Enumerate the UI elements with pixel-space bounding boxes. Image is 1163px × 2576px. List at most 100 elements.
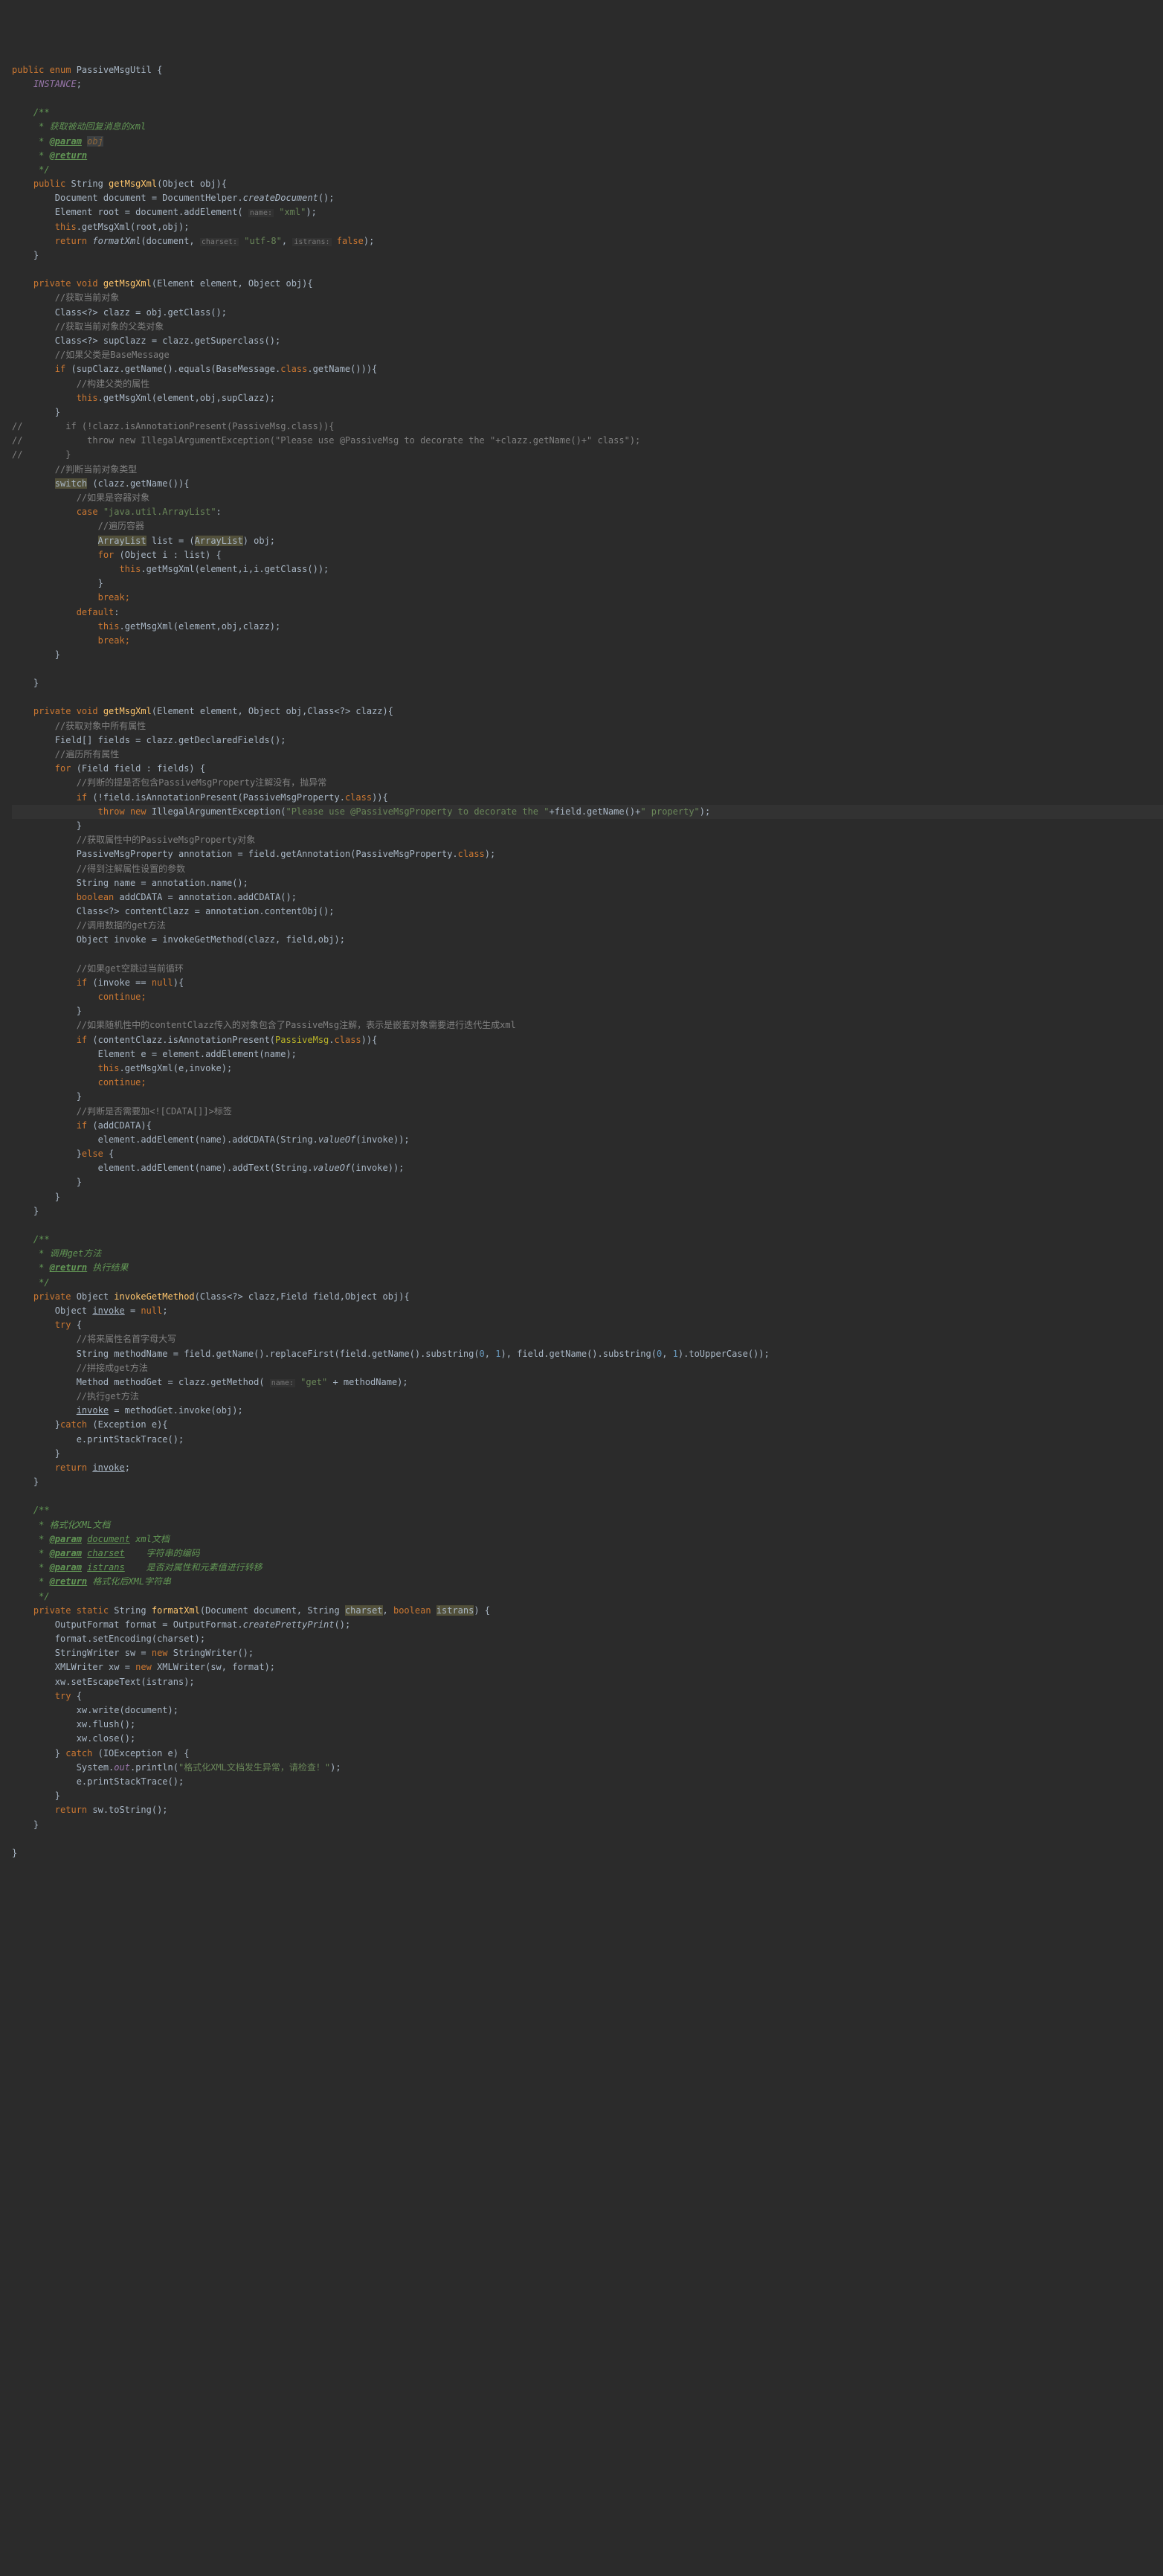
code-line: } [12, 1204, 1163, 1218]
code-line: //判断的提是否包含PassiveMsgProperty注解没有，抛异常 [12, 776, 1163, 790]
code-line: if (!field.isAnnotationPresent(PassiveMs… [12, 791, 1163, 805]
code-line: System.out.println("格式化XML文档发生异常，请检查！"); [12, 1761, 1163, 1775]
code-line: xw.close(); [12, 1732, 1163, 1746]
code-line: default: [12, 606, 1163, 620]
code-line: //判断是否需要加<![CDATA[]]>标签 [12, 1105, 1163, 1119]
code-line: break; [12, 634, 1163, 648]
code-line: } [12, 576, 1163, 591]
code-line: break; [12, 591, 1163, 605]
code-line: //得到注解属性设置的参数 [12, 862, 1163, 876]
code-line: //判断当前对象类型 [12, 463, 1163, 477]
code-line: * 调用get方法 [12, 1247, 1163, 1261]
code-line: this.getMsgXml(root,obj); [12, 220, 1163, 234]
code-line: } [12, 819, 1163, 833]
code-line: }else { [12, 1147, 1163, 1161]
code-line: * @param istrans 是否对属性和元素值进行转移 [12, 1561, 1163, 1575]
code-line: * 格式化XML文档 [12, 1518, 1163, 1532]
code-line: /** [12, 1503, 1163, 1517]
code-line: //如果随机性中的contentClazz传入的对象包含了PassiveMsg注… [12, 1018, 1163, 1032]
code-line: //获取属性中的PassiveMsgProperty对象 [12, 833, 1163, 847]
code-line: private void getMsgXml(Element element, … [12, 277, 1163, 291]
code-line: * 获取被动回复消息的xml [12, 120, 1163, 134]
code-line: }catch (Exception e){ [12, 1418, 1163, 1432]
code-line: return formatXml(document, charset: "utf… [12, 234, 1163, 248]
code-line: private Object invokeGetMethod(Class<?> … [12, 1290, 1163, 1304]
code-line: } [12, 1447, 1163, 1461]
code-line: */ [12, 1590, 1163, 1604]
code-line: INSTANCE; [12, 77, 1163, 91]
code-line: Element root = document.addElement( name… [12, 205, 1163, 219]
code-line-highlighted: throw new IllegalArgumentException("Plea… [12, 805, 1163, 819]
code-line: case "java.util.ArrayList": [12, 505, 1163, 519]
code-line: Class<?> clazz = obj.getClass(); [12, 306, 1163, 320]
code-line: switch (clazz.getName()){ [12, 477, 1163, 491]
code-line: // } [12, 448, 1163, 462]
code-line: if (invoke == null){ [12, 976, 1163, 990]
code-line: } [12, 1475, 1163, 1489]
code-line: * @return 格式化后XML字符串 [12, 1575, 1163, 1589]
code-line: // if (!clazz.isAnnotationPresent(Passiv… [12, 420, 1163, 434]
code-line: /** [12, 1233, 1163, 1247]
code-line: } [12, 676, 1163, 690]
code-line: //调用数据的get方法 [12, 919, 1163, 933]
code-line: Element e = element.addElement(name); [12, 1047, 1163, 1061]
code-line: element.addElement(name).addText(String.… [12, 1161, 1163, 1175]
code-line: } [12, 248, 1163, 263]
code-line: try { [12, 1689, 1163, 1703]
code-line: if (supClazz.getName().equals(BaseMessag… [12, 362, 1163, 376]
code-line: private void getMsgXml(Element element, … [12, 704, 1163, 719]
code-line: //遍历容器 [12, 519, 1163, 533]
code-line: Field[] fields = clazz.getDeclaredFields… [12, 733, 1163, 748]
code-line: invoke = methodGet.invoke(obj); [12, 1404, 1163, 1418]
code-line: //拼接成get方法 [12, 1361, 1163, 1375]
code-line: //将来属性名首字母大写 [12, 1332, 1163, 1346]
code-line: this.getMsgXml(element,i,i.getClass()); [12, 562, 1163, 576]
code-line: boolean addCDATA = annotation.addCDATA()… [12, 890, 1163, 905]
code-line: element.addElement(name).addCDATA(String… [12, 1133, 1163, 1147]
code-line: return invoke; [12, 1461, 1163, 1475]
code-line: * @param document xml文档 [12, 1532, 1163, 1546]
code-line: //如果是容器对象 [12, 491, 1163, 505]
code-line: */ [12, 1276, 1163, 1290]
code-line: if (addCDATA){ [12, 1119, 1163, 1133]
code-line: //构建父类的属性 [12, 377, 1163, 391]
code-line: this.getMsgXml(e,invoke); [12, 1061, 1163, 1076]
code-line: try { [12, 1318, 1163, 1332]
code-line: //如果get空跳过当前循环 [12, 962, 1163, 976]
code-line: e.printStackTrace(); [12, 1433, 1163, 1447]
code-line: if (contentClazz.isAnnotationPresent(Pas… [12, 1033, 1163, 1047]
code-line: private static String formatXml(Document… [12, 1604, 1163, 1618]
code-line: Class<?> contentClazz = annotation.conte… [12, 905, 1163, 919]
code-line: this.getMsgXml(element,obj,supClazz); [12, 391, 1163, 405]
code-editor[interactable]: public enum PassiveMsgUtil { INSTANCE; /… [12, 63, 1163, 1860]
code-line: e.printStackTrace(); [12, 1775, 1163, 1789]
code-line: for (Object i : list) { [12, 548, 1163, 562]
code-line: Class<?> supClazz = clazz.getSuperclass(… [12, 334, 1163, 348]
code-line: xw.write(document); [12, 1703, 1163, 1718]
code-line: xw.setEscapeText(istrans); [12, 1675, 1163, 1689]
code-line: format.setEncoding(charset); [12, 1632, 1163, 1646]
code-line: ArrayList list = (ArrayList) obj; [12, 534, 1163, 548]
code-line: continue; [12, 1076, 1163, 1090]
code-line: } [12, 1846, 1163, 1860]
code-line: OutputFormat format = OutputFormat.creat… [12, 1618, 1163, 1632]
code-line: } [12, 1190, 1163, 1204]
code-line: return sw.toString(); [12, 1803, 1163, 1817]
code-line: this.getMsgXml(element,obj,clazz); [12, 620, 1163, 634]
code-line: xw.flush(); [12, 1718, 1163, 1732]
code-line: Object invoke = null; [12, 1304, 1163, 1318]
code-line: XMLWriter xw = new XMLWriter(sw, format)… [12, 1660, 1163, 1674]
code-line: } catch (IOException e) { [12, 1747, 1163, 1761]
code-line: Document document = DocumentHelper.creat… [12, 191, 1163, 205]
code-line: //获取当前对象的父类对象 [12, 320, 1163, 334]
code-line: public String getMsgXml(Object obj){ [12, 177, 1163, 191]
code-line: //执行get方法 [12, 1390, 1163, 1404]
code-line: } [12, 648, 1163, 662]
code-line: public enum PassiveMsgUtil { [12, 63, 1163, 77]
code-line: //遍历所有属性 [12, 748, 1163, 762]
code-line: PassiveMsgProperty annotation = field.ge… [12, 847, 1163, 861]
code-line: Object invoke = invokeGetMethod(clazz, f… [12, 933, 1163, 947]
code-line: } [12, 1004, 1163, 1018]
code-line: */ [12, 163, 1163, 177]
code-line: * @param obj [12, 135, 1163, 149]
